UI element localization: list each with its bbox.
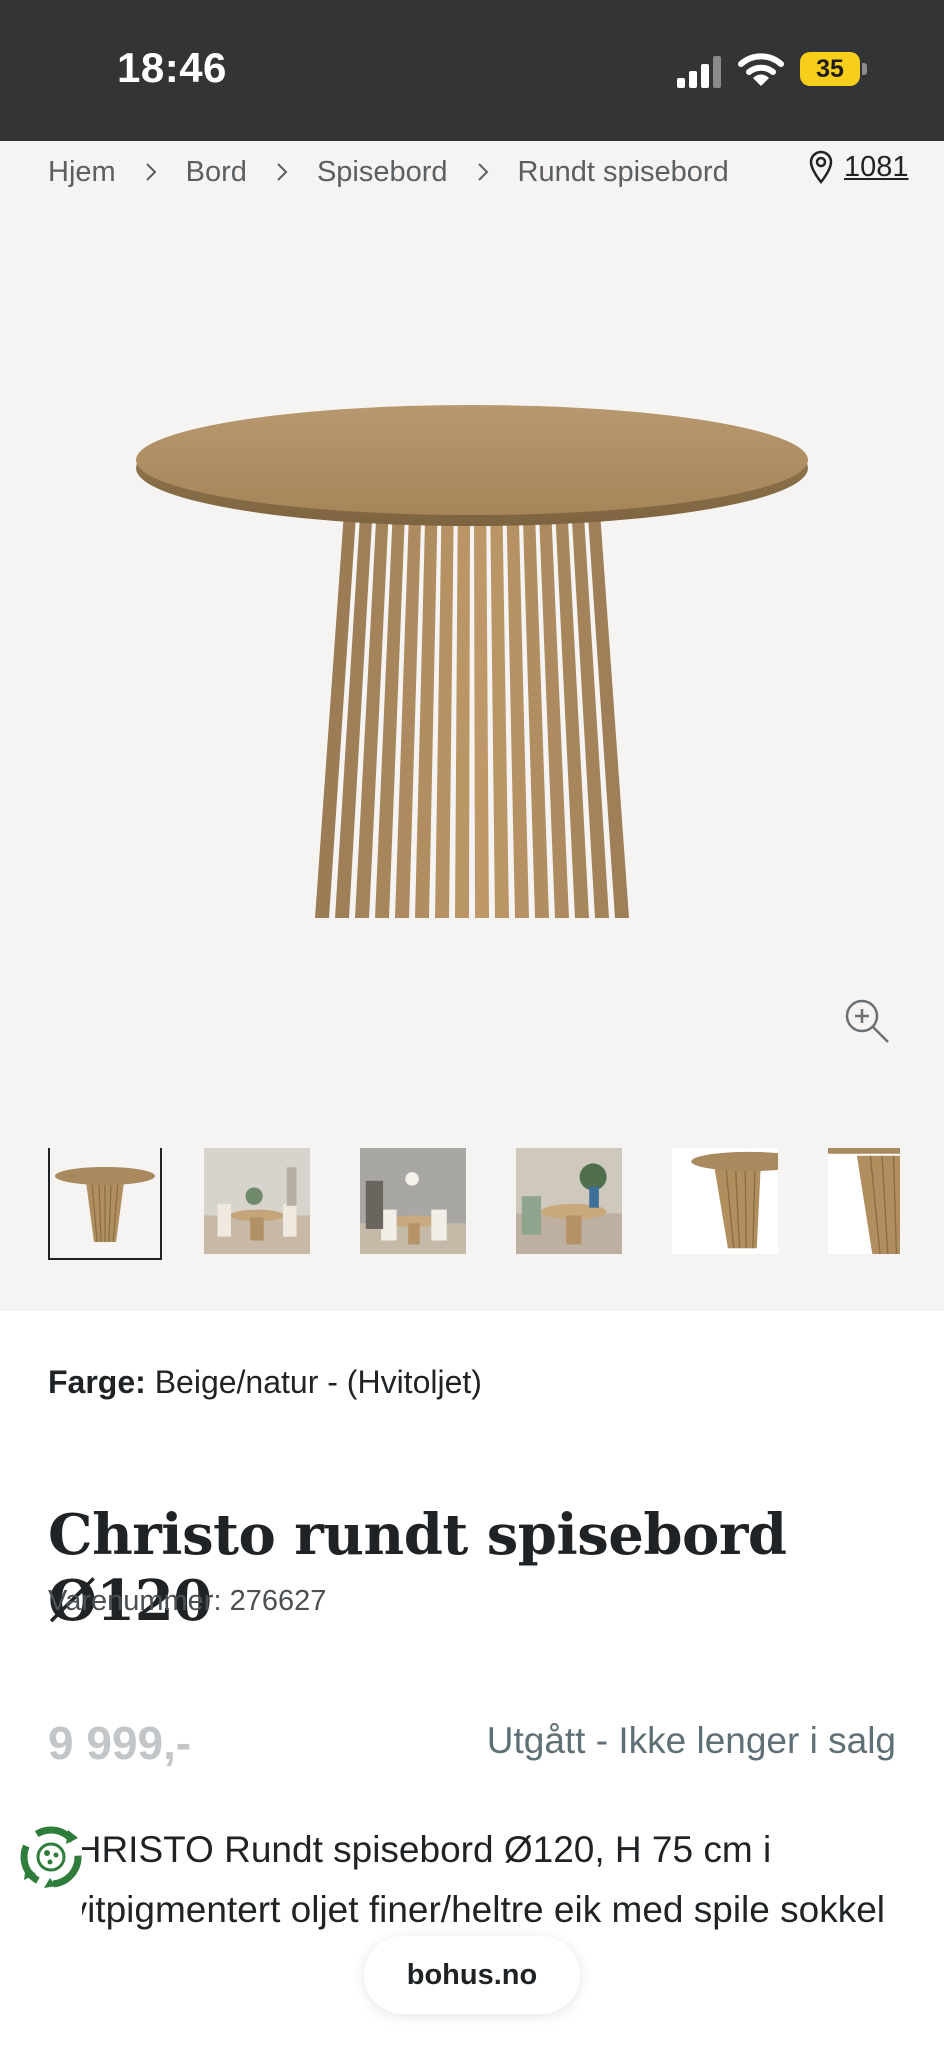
browser-url-pill[interactable]: bohus.no	[364, 1936, 580, 2014]
recycle-icon[interactable]	[16, 1822, 86, 1892]
availability-status: Utgått - Ikke lenger i salg	[486, 1720, 896, 1761]
breadcrumb-item-home[interactable]: Hjem	[48, 156, 116, 189]
chevron-right-icon	[277, 163, 288, 181]
store-code[interactable]: 1081	[844, 151, 909, 184]
thumbnail-3[interactable]	[360, 1148, 466, 1254]
location-pin-icon	[809, 150, 833, 184]
thumbnail-4[interactable]	[516, 1148, 622, 1254]
product-sku: Varenummer: 276627	[48, 1585, 327, 1617]
thumbnail-2[interactable]	[204, 1148, 310, 1254]
thumbnail-5[interactable]	[672, 1148, 778, 1254]
thumbnail-image	[516, 1148, 622, 1254]
breadcrumb-item-spisebord[interactable]: Spisebord	[317, 156, 448, 189]
battery-cap	[862, 63, 867, 75]
thumbnail-strip	[48, 1148, 900, 1264]
chevron-right-icon	[145, 163, 157, 181]
thumbnail-6[interactable]	[828, 1148, 900, 1254]
breadcrumb-item-rundt-spisebord[interactable]: Rundt spisebord	[518, 156, 729, 189]
thumbnail-image	[828, 1148, 900, 1254]
color-label: Farge:	[48, 1364, 146, 1400]
thumbnail-1[interactable]	[48, 1148, 162, 1260]
color-selection: Farge: Beige/natur - (Hvitoljet)	[48, 1364, 482, 1401]
chevron-right-icon	[477, 163, 488, 181]
color-value: Beige/natur - (Hvitoljet)	[154, 1364, 482, 1400]
breadcrumb: Hjem Bord Spisebord Rundt spisebord	[48, 152, 729, 192]
pedestal-slat	[474, 512, 489, 918]
pedestal-slat	[435, 512, 454, 918]
zoom-in-icon[interactable]	[842, 996, 892, 1046]
pedestal-slat	[455, 512, 470, 918]
store-selector[interactable]: 1081	[808, 150, 909, 184]
product-price: 9 999,-	[48, 1717, 192, 1769]
pedestal-slat	[490, 512, 509, 918]
clock: 18:46	[117, 44, 227, 91]
cellular-signal-icon	[677, 56, 721, 88]
breadcrumb-item-bord[interactable]: Bord	[186, 156, 247, 189]
battery-indicator: 35	[800, 52, 860, 86]
wifi-icon	[738, 53, 784, 86]
thumbnail-image	[50, 1148, 160, 1258]
thumbnail-image	[672, 1148, 778, 1254]
status-bar: 18:46 35	[0, 0, 944, 141]
thumbnail-image	[360, 1148, 466, 1254]
product-description: CHRISTO Rundt spisebord Ø120, H 75 cm i …	[48, 1829, 885, 1930]
thumbnail-image	[204, 1148, 310, 1254]
product-image[interactable]	[120, 400, 824, 940]
